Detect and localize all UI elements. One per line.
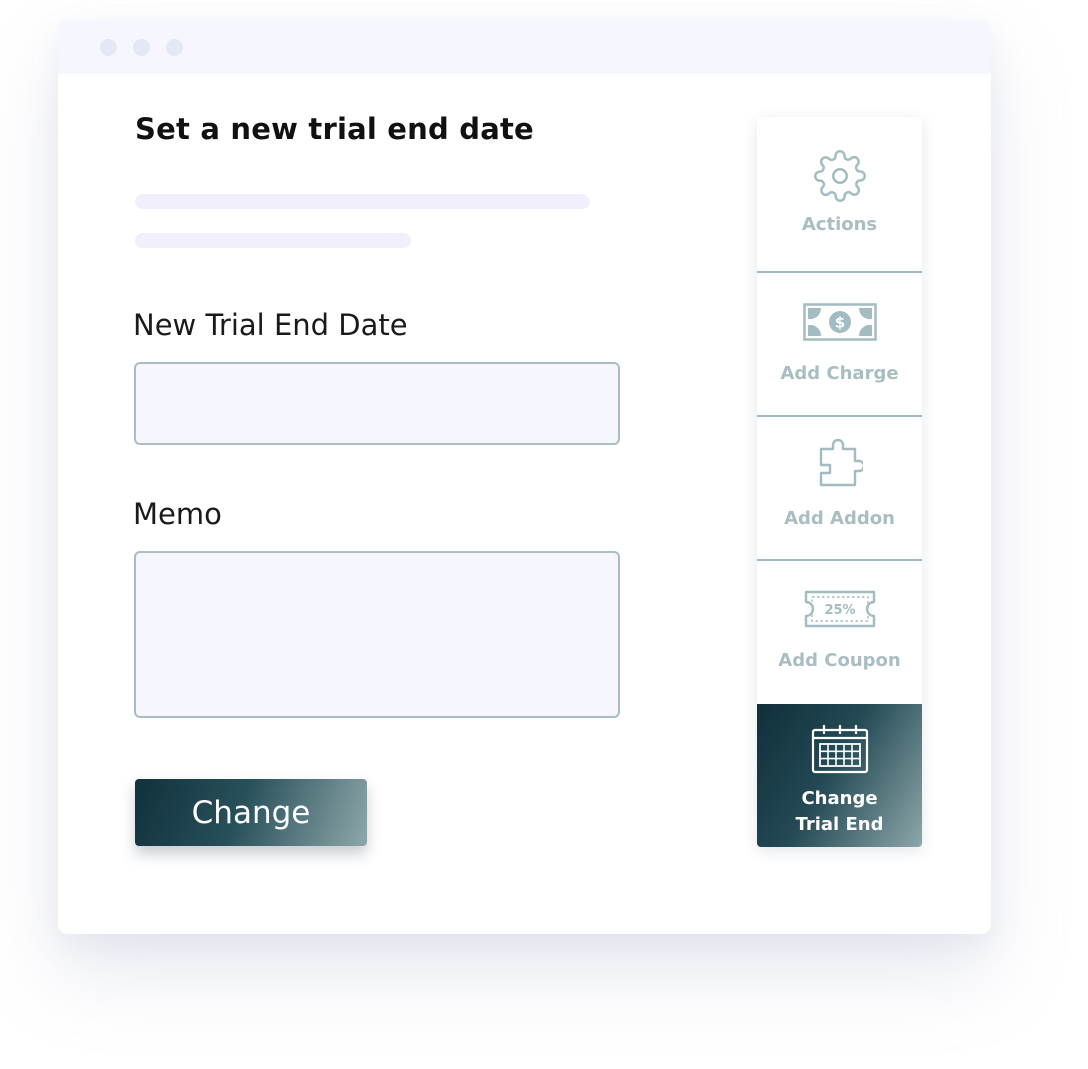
app-window: Set a new trial end date New Trial End D… <box>58 20 991 934</box>
coupon-icon: 25% <box>804 590 876 632</box>
calendar-icon <box>811 724 869 778</box>
window-titlebar <box>58 20 991 74</box>
panel-item-change-trial-end[interactable]: Change Trial End <box>757 704 922 847</box>
panel-item-label: Add Addon <box>784 508 895 529</box>
panel-item-label: Change Trial End <box>795 788 884 835</box>
placeholder-line <box>135 194 590 209</box>
panel-item-add-charge[interactable]: $ Add Charge <box>757 273 922 415</box>
panel-item-label: Add Charge <box>780 363 899 384</box>
panel-item-label: Add Coupon <box>778 650 901 671</box>
window-dot <box>166 39 183 56</box>
change-button[interactable]: Change <box>135 779 367 846</box>
money-bill-icon: $ <box>802 303 877 345</box>
panel-item-actions[interactable]: Actions <box>757 117 922 271</box>
coupon-icon-text: 25% <box>824 603 855 618</box>
panel-item-label: Actions <box>801 214 878 235</box>
date-field-label: New Trial End Date <box>133 308 408 342</box>
panel-item-add-addon[interactable]: Add Addon <box>757 417 922 559</box>
placeholder-line <box>135 233 411 248</box>
panel-item-add-coupon[interactable]: 25% Add Coupon <box>757 561 922 703</box>
memo-textarea[interactable] <box>134 551 620 718</box>
window-dot <box>133 39 150 56</box>
trial-end-date-input[interactable] <box>134 362 620 445</box>
memo-field-label: Memo <box>133 497 222 531</box>
form-title: Set a new trial end date <box>135 112 534 146</box>
puzzle-piece-icon <box>817 437 865 493</box>
gear-icon <box>813 149 867 207</box>
window-dot <box>100 39 117 56</box>
svg-text:$: $ <box>834 314 844 332</box>
actions-panel: Actions $ Add Charge Add Addon 25% Add C… <box>757 117 922 847</box>
